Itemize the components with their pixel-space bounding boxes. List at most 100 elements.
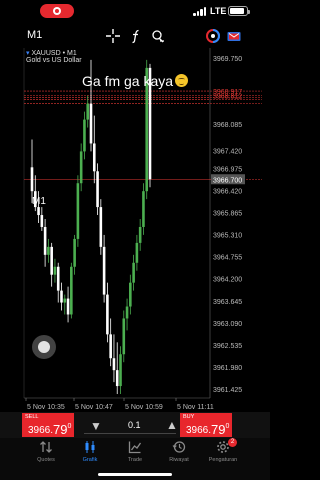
nav-quotes[interactable]: Quotes	[23, 440, 69, 470]
candle-body	[79, 151, 83, 184]
candle-body	[53, 266, 57, 275]
symbol-title: ▾ XAUUSD • M1	[26, 50, 77, 57]
price-tick-label: 3969.750	[213, 56, 242, 63]
time-tick-label: 5 Nov 10:35	[27, 404, 65, 411]
price-tick-label: 3968.812	[213, 93, 242, 100]
trade-account-icon[interactable]	[205, 28, 221, 44]
candle-body	[132, 262, 135, 283]
candle-body	[43, 226, 47, 255]
nav-grafik[interactable]: Grafik	[67, 440, 113, 470]
nav-riwayat[interactable]: Riwayat	[156, 440, 202, 470]
home-indicator[interactable]	[98, 473, 172, 476]
candle-body	[47, 246, 50, 255]
trade-chart-icon	[128, 441, 142, 454]
overlay-caption-text: Ga fm ga kaya	[82, 73, 174, 89]
price-tick-label: 3965.865	[213, 210, 242, 217]
candle-body	[138, 226, 142, 243]
lot-decrease-button[interactable]: ▼	[90, 419, 102, 433]
candle-body	[125, 306, 129, 319]
symbol-name: XAUUSD	[31, 50, 61, 57]
candle-body	[76, 183, 80, 239]
time-tick-label: 5 Nov 11:11	[177, 404, 214, 411]
lot-size-field[interactable]: 0.1	[128, 420, 141, 430]
quotes-arrows-icon	[40, 441, 52, 453]
nav-riwayat-label: Riwayat	[169, 457, 189, 463]
sell-button[interactable]: SELL 3966.790	[22, 413, 74, 437]
cellular-signal-icon	[193, 7, 207, 16]
candle-body	[60, 290, 63, 303]
candle-body	[66, 298, 70, 315]
candle-body	[92, 143, 96, 172]
buy-price-big: 79	[211, 422, 226, 437]
chart-candles-icon	[85, 441, 95, 453]
candle-body	[106, 294, 109, 335]
buy-price-sup: 0	[225, 423, 230, 430]
network-type: LTE	[210, 6, 227, 16]
candle-body	[135, 242, 139, 263]
indicator-f-icon[interactable]	[128, 28, 144, 44]
mail-icon[interactable]	[226, 28, 242, 44]
record-icon	[53, 7, 61, 15]
chart-toolbar: M1	[0, 24, 270, 48]
price-chart[interactable]: 3969.750 3968.917 3968.812 3968.085 3967.420…	[0, 48, 270, 412]
price-tick-label: 3961.980	[213, 365, 242, 372]
candle-body	[50, 246, 53, 275]
candle-body	[112, 358, 116, 371]
candle-body	[119, 354, 122, 387]
history-clock-icon	[172, 441, 186, 453]
smiling-face-emoji-icon	[175, 74, 189, 87]
timeframe-selector[interactable]: M1	[27, 29, 42, 41]
lot-increase-button[interactable]: ▲	[166, 418, 178, 432]
candle-body	[109, 334, 112, 359]
sell-price-sup: 0	[67, 423, 72, 430]
one-click-trade-bar: SELL 3966.790 ▼ 0.1 ▲ BUY 3966.790	[0, 412, 270, 438]
nav-grafik-label: Grafik	[82, 457, 98, 463]
overlay-caption: Ga fm ga kaya	[82, 73, 189, 89]
nav-pengaturan-label: Pengaturan	[208, 457, 238, 463]
sell-price-big: 79	[53, 422, 68, 437]
candle-body	[122, 318, 126, 355]
buy-price-main: 3966.	[186, 425, 212, 436]
price-tick-label: 3963.090	[213, 321, 242, 328]
price-tick-label: 3964.200	[213, 277, 242, 284]
price-tick-label: 3962.535	[213, 343, 242, 350]
battery-icon	[228, 6, 250, 16]
buy-button[interactable]: BUY 3966.790	[180, 413, 232, 437]
symbol-dropdown-icon[interactable]: ▾	[26, 50, 30, 57]
chart-timeframe-label: M1	[32, 196, 46, 207]
price-tick-label: 3965.310	[213, 233, 242, 240]
candle-body	[40, 215, 44, 227]
symbol-timeframe: M1	[67, 50, 77, 57]
candle-body	[142, 191, 145, 227]
price-tick-label: 3967.420	[213, 149, 242, 156]
sell-price: 3966.790	[28, 422, 71, 437]
lot-divider	[84, 433, 176, 434]
nav-quotes-label: Quotes	[37, 457, 55, 463]
candle-body	[99, 207, 103, 247]
candle-body	[115, 370, 119, 387]
sell-price-main: 3966.	[28, 425, 54, 436]
price-tick-label: 3966.975	[213, 166, 242, 173]
objects-icon[interactable]	[150, 28, 166, 44]
nav-trade-label: Trade	[127, 457, 143, 463]
time-tick-label: 5 Nov 10:59	[125, 404, 163, 411]
time-tick-label: 5 Nov 10:47	[75, 404, 113, 411]
crosshair-icon[interactable]	[105, 28, 121, 44]
candle-body	[73, 238, 76, 267]
price-tick-label: 3963.645	[213, 299, 242, 306]
candle-body	[102, 246, 106, 295]
nav-pengaturan[interactable]: 2 Pengaturan	[200, 438, 246, 470]
price-tick-label: 3964.755	[213, 255, 242, 262]
current-price-label: 3966.700	[213, 177, 242, 184]
symbol-description: Gold vs US Dollar	[26, 57, 82, 64]
candle-body	[70, 266, 73, 315]
candle-body	[129, 282, 132, 307]
candle-body	[63, 298, 67, 303]
buy-price: 3966.790	[186, 422, 229, 437]
nav-trade[interactable]: Trade	[112, 440, 158, 470]
candle-body	[56, 266, 60, 291]
screen-recording-indicator[interactable]	[40, 4, 74, 18]
price-tick-label: 3968.085	[213, 122, 242, 129]
assistive-touch-button[interactable]	[32, 335, 56, 359]
status-bar: LTE	[0, 0, 270, 24]
